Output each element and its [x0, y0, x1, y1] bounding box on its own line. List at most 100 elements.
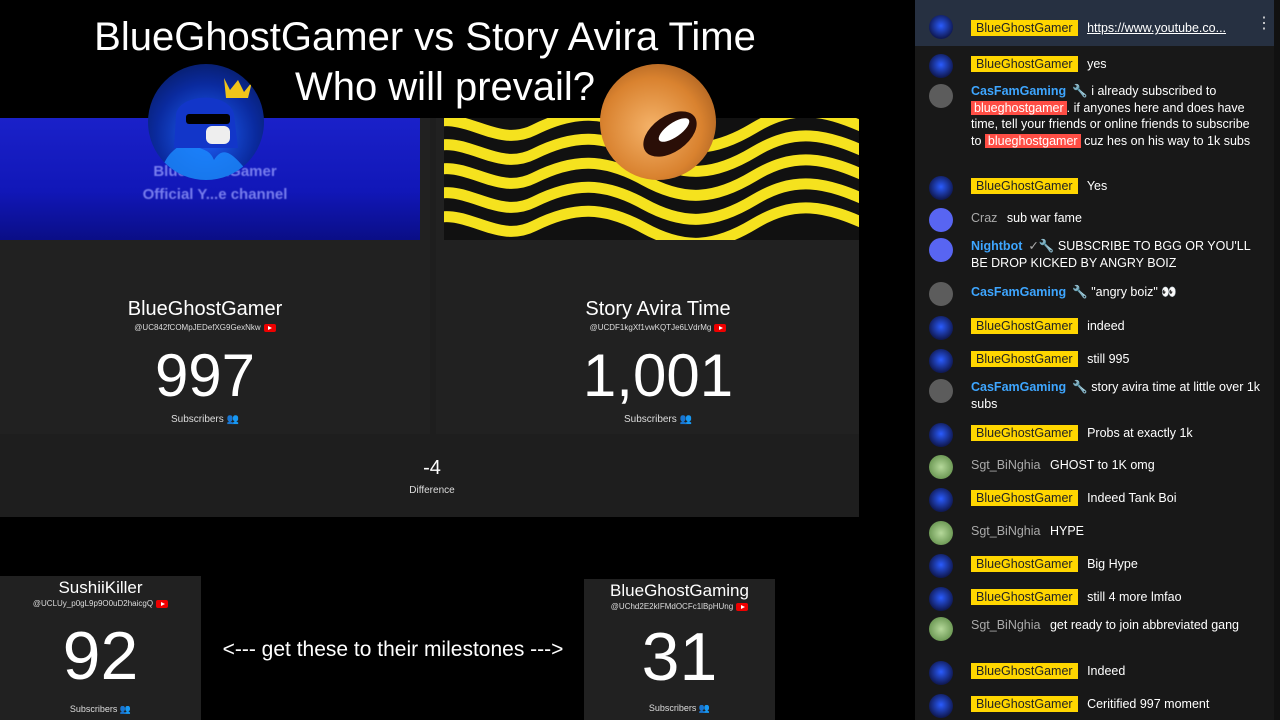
chat-author[interactable]: BlueGhostGamer [971, 589, 1078, 605]
chat-message: BlueGhostGamer Indeed Tank Boi [915, 488, 1274, 512]
small-channel-id: @UChd2E2kIFMdOCFc1lBpHUng [584, 602, 775, 611]
sub-battle-panel: BlueGhostGamer Official Y...e channel Bl… [0, 118, 859, 517]
youtube-icon[interactable] [156, 599, 169, 608]
discord-avatar-icon[interactable] [929, 208, 953, 232]
chat-message: BlueGhostGamer Probs at exactly 1k [915, 423, 1274, 447]
chat-message: BlueGhostGamer yes [915, 54, 1274, 78]
people-icon: 👥 [698, 703, 711, 713]
chat-author[interactable]: BlueGhostGamer [971, 56, 1078, 72]
chat-author[interactable]: Craz [971, 211, 997, 225]
chat-message: Craz sub war fame [915, 208, 1274, 232]
chat-text: HYPE [1049, 524, 1085, 538]
chat-text: sub war fame [1006, 211, 1082, 225]
people-icon: 👥 [119, 704, 132, 714]
chat-author[interactable]: CasFamGaming [971, 380, 1066, 394]
chat-author[interactable]: BlueGhostGamer [971, 490, 1078, 506]
chat-message: BlueGhostGamer Indeed [915, 661, 1274, 685]
small-channel-id: @UCLUy_p0gL9p9O0uD2haicgQ [0, 599, 201, 608]
live-chat-panel[interactable]: BlueGhostGamer https://www.youtube.co...… [915, 0, 1280, 720]
chat-text: get ready to join abbreviated gang [1049, 618, 1240, 632]
chat-text: Yes [1086, 179, 1108, 193]
wrench-icon: 🔧 [1072, 84, 1088, 98]
avatar[interactable] [929, 349, 953, 373]
avatar[interactable] [929, 617, 953, 641]
right-sub-count: 1,001 [582, 342, 734, 409]
chat-text: still 995 [1087, 352, 1130, 366]
small-channel-name: BlueGhostGaming [610, 581, 749, 600]
avatar[interactable] [929, 54, 953, 78]
chat-message: BlueGhostGamer still 995 [915, 349, 1274, 373]
avatar[interactable] [929, 282, 953, 306]
discord-avatar-icon[interactable] [929, 238, 953, 262]
chat-author[interactable]: Sgt_BiNghia [971, 618, 1041, 632]
chat-author[interactable]: BlueGhostGamer [971, 178, 1078, 194]
right-subs-label: Subscribers 👥 [543, 414, 773, 425]
avatar[interactable] [929, 316, 953, 340]
chat-author[interactable]: Sgt_BiNghia [971, 458, 1041, 472]
wrench-icon: 🔧 [1072, 285, 1088, 299]
chat-author[interactable]: Nightbot [971, 239, 1022, 253]
avatar[interactable] [929, 423, 953, 447]
more-options-icon[interactable]: ⋮ [1256, 15, 1272, 33]
chat-author[interactable]: BlueGhostGamer [971, 696, 1078, 712]
avatar[interactable] [929, 455, 953, 479]
avatar[interactable] [929, 521, 953, 545]
chat-message[interactable]: BlueGhostGamer https://www.youtube.co...… [915, 0, 1274, 46]
chat-text: "angry boiz" 👀 [1091, 285, 1177, 299]
difference-value: -4 [423, 457, 441, 479]
small-subs-label-text: Subscribers [69, 704, 118, 714]
left-subs-label-text: Subscribers [170, 414, 224, 425]
left-channel-name: BlueGhostGamer [127, 298, 283, 320]
avatar[interactable] [929, 694, 953, 718]
chat-author[interactable]: BlueGhostGamer [971, 351, 1078, 367]
small-channel-card-sushiikiller: SushiiKiller @UCLUy_p0gL9p9O0uD2haicgQ 9… [0, 576, 201, 720]
avatar[interactable] [929, 587, 953, 611]
chat-author[interactable]: CasFamGaming [971, 285, 1066, 299]
right-channel-id-text: @UCDF1kgXf1vwKQTJe6LVdrMg [589, 323, 712, 332]
chat-message: BlueGhostGamer Ceritified 997 moment [915, 694, 1274, 718]
small-sub-count: 31 [641, 619, 718, 695]
chat-author[interactable]: BlueGhostGamer [971, 556, 1078, 572]
title-line-2: Who will prevail? [294, 65, 596, 109]
right-channel-name: Story Avira Time [585, 298, 731, 320]
small-subs-label: Subscribers 👥 [0, 704, 201, 715]
chat-message: Sgt_BiNghia get ready to join abbreviate… [915, 617, 1274, 653]
chat-author[interactable]: CasFamGaming [971, 84, 1066, 98]
chat-message: CasFamGaming 🔧 "angry boiz" 👀 [915, 282, 1274, 306]
avatar[interactable] [929, 554, 953, 578]
storyaviratime-avatar [600, 64, 716, 180]
youtube-icon[interactable] [736, 602, 749, 611]
people-icon: 👥 [226, 414, 240, 425]
chat-text: i already subscribed to [1091, 84, 1217, 98]
chat-author[interactable]: BlueGhostGamer [971, 20, 1078, 36]
avatar[interactable] [929, 661, 953, 685]
chat-text: Ceritified 997 moment [1087, 697, 1210, 711]
youtube-icon[interactable] [714, 323, 727, 332]
avatar[interactable] [929, 84, 953, 108]
chat-author[interactable]: Sgt_BiNghia [971, 524, 1041, 538]
chat-message: CasFamGaming 🔧 i already subscribed to bl… [915, 82, 1274, 166]
chat-link[interactable]: https://www.youtube.co... [1087, 21, 1226, 35]
wrench-icon: 🔧 [1038, 239, 1055, 253]
chat-author[interactable]: BlueGhostGamer [971, 425, 1078, 441]
right-subs-label-text: Subscribers [623, 414, 677, 425]
chat-text: still 4 more lmfao [1087, 590, 1182, 604]
chat-text: GHOST to 1K omg [1049, 458, 1155, 472]
chat-author[interactable]: BlueGhostGamer [971, 318, 1078, 334]
chat-message: BlueGhostGamer Big Hype [915, 554, 1274, 578]
chat-author[interactable]: BlueGhostGamer [971, 663, 1078, 679]
chat-scrollbar[interactable] [1274, 0, 1280, 720]
avatar[interactable] [929, 488, 953, 512]
avatar[interactable] [929, 379, 953, 403]
avatar[interactable] [929, 176, 953, 200]
left-subs-label: Subscribers 👥 [90, 414, 320, 425]
left-channel-id: @UC842fCOMpJEDefXG9GexNkw [90, 323, 320, 332]
right-channel-id: @UCDF1kgXf1vwKQTJe6LVdrMg [543, 323, 773, 332]
chat-message: Sgt_BiNghia GHOST to 1K omg [915, 455, 1274, 479]
avatar[interactable] [929, 15, 953, 39]
chat-text: Probs at exactly 1k [1087, 426, 1193, 440]
youtube-icon[interactable] [263, 323, 276, 332]
title-line-1: BlueGhostGamer vs Story Avira Time [94, 15, 756, 59]
blueghostgamer-avatar [148, 64, 264, 180]
chat-text: Indeed Tank Boi [1087, 491, 1177, 505]
